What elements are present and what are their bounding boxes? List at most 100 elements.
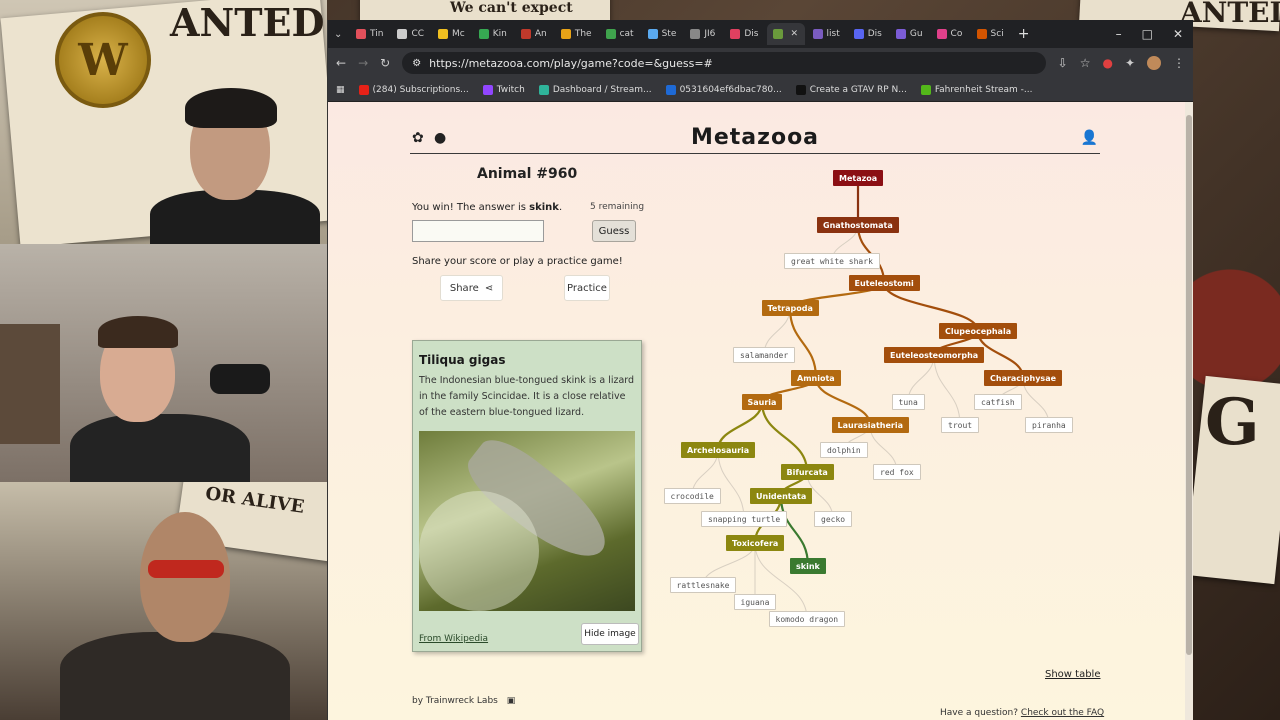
streamer-hair (98, 316, 178, 348)
share-icon: ⋖ (484, 282, 494, 294)
browser-tab[interactable]: CC (391, 23, 430, 45)
tab-close-icon[interactable]: ✕ (791, 29, 799, 39)
tab-favicon-icon (356, 29, 366, 39)
browser-tab[interactable]: Sci (971, 23, 1010, 45)
tree-node-amniota[interactable]: Amniota (791, 370, 841, 386)
footer-question-text: Have a question? (940, 708, 1021, 718)
extension-icon[interactable]: ● (1102, 56, 1112, 70)
browser-tab[interactable]: Kin (473, 23, 513, 45)
tree-node-dolphin[interactable]: dolphin (820, 442, 868, 458)
guess-input[interactable] (412, 220, 544, 242)
tree-node-archelosauria[interactable]: Archelosauria (681, 442, 756, 458)
guess-button[interactable]: Guess (592, 220, 636, 242)
tab-favicon-icon (690, 29, 701, 39)
forward-icon[interactable]: → (358, 56, 368, 70)
menu-icon[interactable]: ⋮ (1173, 56, 1185, 70)
profile-avatar-icon[interactable] (1147, 56, 1161, 70)
streamer-avatar-cam: ANTED W (0, 0, 327, 244)
maximize-icon[interactable]: □ (1142, 27, 1153, 41)
tree-node-piranha[interactable]: piranha (1025, 417, 1073, 433)
tree-node-laurasiatheria[interactable]: Laurasiatheria (831, 417, 909, 433)
tree-node-catfish[interactable]: catfish (974, 394, 1022, 410)
card-title: Tiliqua gigas (419, 353, 506, 367)
tree-node-sauria[interactable]: Sauria (741, 394, 783, 410)
wikipedia-link[interactable]: From Wikipedia (419, 634, 488, 644)
bookmark-item[interactable]: (284) Subscriptions... (358, 84, 469, 95)
bookmark-item[interactable]: Dashboard / Stream... (538, 84, 652, 95)
tree-node-euteleosteomorpha[interactable]: Euteleosteomorpha (884, 347, 985, 363)
tab-label: The (574, 29, 592, 39)
apps-grid-icon[interactable]: ▦ (336, 85, 345, 95)
footer-by-text: by Trainwreck Labs (412, 696, 498, 706)
browser-tab[interactable]: list (807, 23, 846, 45)
bookmark-item[interactable]: Twitch (482, 84, 525, 95)
browser-tab[interactable]: Dis (848, 23, 888, 45)
bookmark-label: 0531604ef6dbac780... (679, 84, 782, 95)
reload-icon[interactable]: ↻ (380, 56, 390, 70)
tree-edge (788, 307, 818, 379)
w-logo-badge: W (55, 12, 151, 108)
bookmark-item[interactable]: Create a GTAV RP N... (795, 84, 907, 95)
tree-node-snapping-turtle[interactable]: snapping turtle (701, 511, 788, 527)
faq-link[interactable]: Check out the FAQ (1021, 708, 1104, 718)
tree-node-salamander[interactable]: salamander (733, 347, 796, 363)
new-tab-button[interactable]: + (1018, 26, 1030, 42)
tree-node-characiphysae[interactable]: Characiphysae (984, 370, 1063, 386)
browser-tab[interactable]: Tin (350, 23, 389, 45)
tree-node-great-white-shark[interactable]: great white shark (784, 253, 880, 269)
browser-tab[interactable]: An (515, 23, 553, 45)
tree-node-tetrapoda[interactable]: Tetrapoda (761, 300, 819, 316)
browser-tab[interactable]: Ste (642, 23, 683, 45)
tree-node-clupeocephala[interactable]: Clupeocephala (939, 323, 1018, 339)
tab-favicon-icon (605, 29, 616, 39)
star-icon[interactable]: ☆ (1080, 56, 1091, 70)
tab-label: Co (950, 29, 963, 39)
share-button[interactable]: Share ⋖ (440, 275, 503, 301)
browser-tab[interactable]: Dis (724, 23, 764, 45)
browser-tab[interactable]: cat (600, 23, 640, 45)
hide-image-button[interactable]: Hide image (581, 623, 639, 645)
browser-tab[interactable]: Gu (890, 23, 929, 45)
tree-node-komodo-dragon[interactable]: komodo dragon (768, 611, 846, 627)
scrollbar-thumb[interactable] (1186, 115, 1192, 655)
url-text: https://metazooa.com/play/game?code=&gue… (429, 56, 713, 70)
tab-favicon-icon (647, 29, 658, 39)
close-icon[interactable]: ✕ (1173, 27, 1183, 41)
show-table-link[interactable]: Show table (1045, 669, 1101, 680)
browser-tab[interactable]: ✕ (766, 23, 805, 45)
tree-node-unidentata[interactable]: Unidentata (750, 488, 813, 504)
browser-tab[interactable]: Co (931, 23, 969, 45)
back-icon[interactable]: ← (336, 56, 346, 70)
minimize-icon[interactable]: – (1116, 27, 1122, 41)
site-info-icon[interactable]: ⚙ (412, 58, 421, 69)
tree-node-red-fox[interactable]: red fox (873, 464, 921, 480)
bookmark-item[interactable]: Fahrenheit Stream -... (920, 84, 1033, 95)
share-message: Share your score or play a practice game… (412, 256, 623, 267)
browser-tab[interactable]: The (555, 23, 598, 45)
tree-node-crocodile[interactable]: crocodile (663, 488, 721, 504)
user-icon[interactable]: 👤 (1081, 130, 1098, 146)
puzzle-icon[interactable]: ✦ (1125, 56, 1135, 70)
browser-tab[interactable]: JI6 (684, 23, 722, 45)
bookmark-favicon-icon (482, 84, 493, 95)
tree-node-bifurcata[interactable]: Bifurcata (780, 464, 834, 480)
bookmark-favicon-icon (358, 84, 369, 95)
footer-question: Have a question? Check out the FAQ (940, 708, 1104, 718)
tab-search-icon[interactable]: ⌄ (334, 29, 348, 40)
tree-node-gecko[interactable]: gecko (814, 511, 853, 527)
browser-tab[interactable]: Mc (432, 23, 471, 45)
tree-node-trout[interactable]: trout (941, 417, 980, 433)
share-label: Share (449, 282, 479, 294)
bookmark-item[interactable]: 0531604ef6dbac780... (665, 84, 782, 95)
tree-node-metazoa[interactable]: Metazoa (833, 170, 884, 186)
tree-node-iguana[interactable]: iguana (733, 594, 777, 610)
tree-node-gnathostomata[interactable]: Gnathostomata (817, 217, 899, 233)
tree-node-toxicofera[interactable]: Toxicofera (726, 535, 785, 551)
tree-node-tuna[interactable]: tuna (891, 394, 925, 410)
install-icon[interactable]: ⇩ (1058, 56, 1068, 70)
tree-node-euteleostomi[interactable]: Euteleostomi (848, 275, 920, 291)
tree-node-rattlesnake[interactable]: rattlesnake (669, 577, 737, 593)
practice-button[interactable]: Practice (564, 275, 610, 301)
url-field[interactable]: ⚙ https://metazooa.com/play/game?code=&g… (402, 52, 1046, 74)
tree-node-skink[interactable]: skink (790, 558, 826, 574)
